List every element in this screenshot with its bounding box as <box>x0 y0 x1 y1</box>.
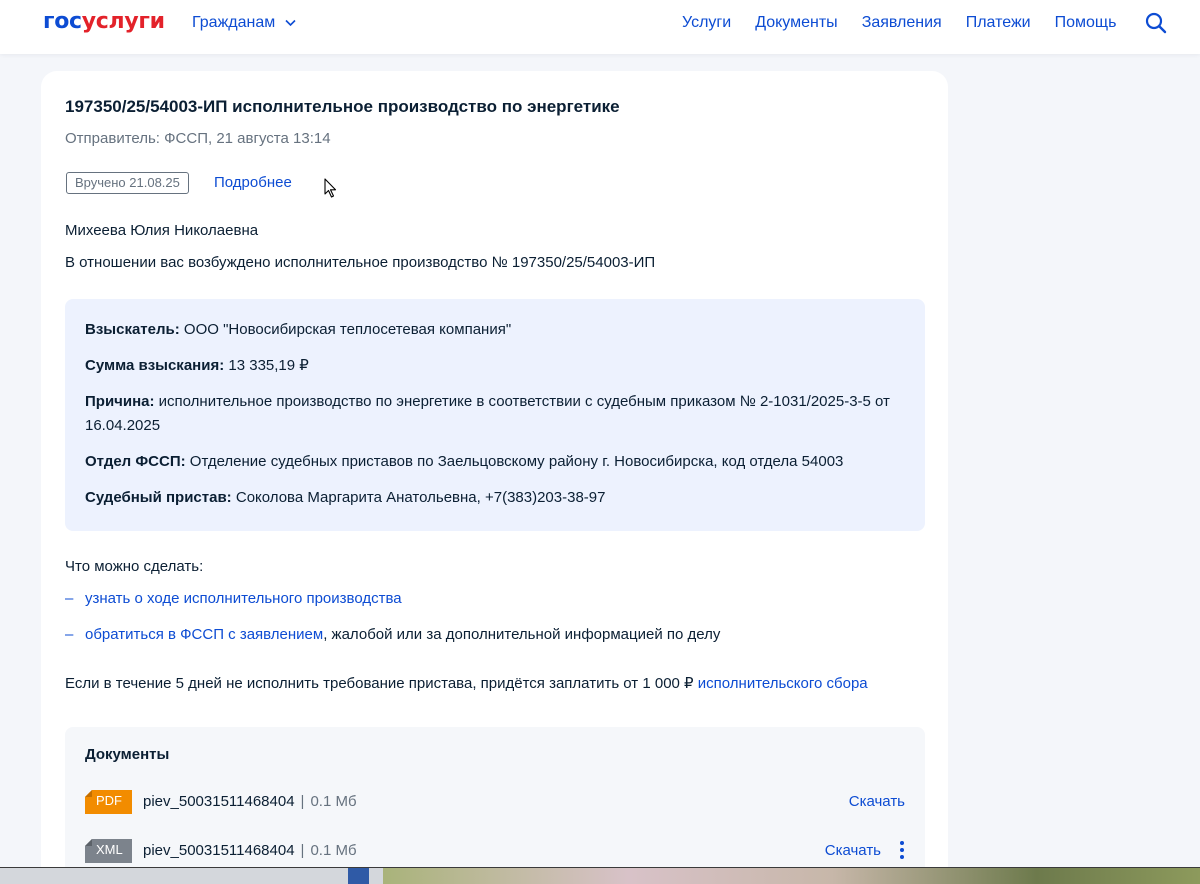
file-row-pdf: PDF piev_50031511468404 | 0.1 Мб Скачать <box>85 790 905 816</box>
top-navigation: Услуги Документы Заявления Платежи Помощ… <box>682 14 1116 32</box>
mouse-cursor-icon <box>324 178 337 198</box>
file-separator: | <box>300 793 305 810</box>
detail-value: 13 335,19 ₽ <box>224 357 309 374</box>
recipient-name: Михеева Юлия Николаевна <box>65 222 259 239</box>
documents-panel: Документы PDF piev_50031511468404 | 0.1 Мб… <box>65 727 925 884</box>
detail-label: Причина: <box>85 393 155 410</box>
logo-part-gos: гос <box>43 9 82 34</box>
download-xml-button[interactable]: Скачать <box>825 842 881 859</box>
detail-creditor: Взыскатель: ООО "Новосибирская теплосете… <box>85 318 895 342</box>
nav-documents[interactable]: Документы <box>755 14 837 32</box>
chevron-down-icon <box>285 19 296 27</box>
gosuslugi-logo[interactable]: госуслуги <box>43 9 165 34</box>
audience-label: Гражданам <box>192 14 276 31</box>
fee-text: Если в течение 5 дней не исполнить требо… <box>65 675 698 692</box>
detail-label: Судебный пристав: <box>85 489 232 506</box>
nav-help[interactable]: Помощь <box>1055 14 1117 32</box>
detail-label: Сумма взыскания: <box>85 357 225 374</box>
file-info: piev_50031511468404 | 0.1 Мб <box>143 842 357 859</box>
list-dash: – <box>65 590 74 607</box>
action-item-appeal: – обратиться в ФССП с заявлением, жалобой… <box>65 626 720 643</box>
detail-reason: Причина: исполнительное производство по … <box>85 390 895 438</box>
logo-part-uslugi: услуги <box>81 9 165 34</box>
file-separator: | <box>300 842 305 859</box>
detail-label: Взыскатель: <box>85 321 180 338</box>
file-name[interactable]: piev_50031511468404 <box>143 793 295 810</box>
message-title: 197350/25/54003-ИП исполнительное произв… <box>65 97 620 116</box>
file-size: 0.1 Мб <box>310 842 357 859</box>
case-progress-link[interactable]: узнать о ходе исполнительного производст… <box>85 590 402 607</box>
message-intro: В отношении вас возбуждено исполнительно… <box>65 254 656 271</box>
action-item-status: – узнать о ходе исполнительного производс… <box>65 590 402 607</box>
message-sender: Отправитель: ФССП, 21 августа 13:14 <box>65 130 331 147</box>
download-pdf-button[interactable]: Скачать <box>849 793 905 810</box>
detail-amount: Сумма взыскания: 13 335,19 ₽ <box>85 354 895 378</box>
list-dash: – <box>65 626 74 643</box>
status-badge: Вручено 21.08.25 <box>66 172 189 194</box>
audience-selector[interactable]: Гражданам <box>192 14 296 32</box>
detail-value: Отделение судебных приставов по Заельцов… <box>185 453 844 470</box>
actions-title: Что можно сделать: <box>65 558 204 575</box>
file-type-text: PDF <box>96 793 122 808</box>
background-window-strip <box>0 867 1200 884</box>
enforcement-fee-link[interactable]: исполнительского сбора <box>698 675 868 692</box>
more-options-icon[interactable] <box>899 840 905 860</box>
site-header: госуслуги Гражданам Услуги Документы Зая… <box>0 0 1200 54</box>
file-info: piev_50031511468404 | 0.1 Мб <box>143 793 357 810</box>
case-details-panel: Взыскатель: ООО "Новосибирская теплосете… <box>65 299 925 531</box>
fee-warning: Если в течение 5 дней не исполнить требо… <box>65 674 868 692</box>
file-row-xml: XML piev_50031511468404 | 0.1 Мб Скачать <box>85 839 905 865</box>
nav-applications[interactable]: Заявления <box>862 14 942 32</box>
detail-label: Отдел ФССП: <box>85 453 186 470</box>
search-icon[interactable] <box>1145 12 1167 34</box>
file-name[interactable]: piev_50031511468404 <box>143 842 295 859</box>
file-type-label: XML <box>85 839 132 863</box>
action-item-text: , жалобой или за дополнительной информац… <box>323 626 721 643</box>
background-photo <box>383 868 1200 884</box>
nav-services[interactable]: Услуги <box>682 14 731 32</box>
detail-bailiff: Судебный пристав: Соколова Маргарита Ана… <box>85 486 895 510</box>
fssp-application-link[interactable]: обратиться в ФССП с заявлением <box>85 626 323 643</box>
message-card: 197350/25/54003-ИП исполнительное произв… <box>41 71 948 884</box>
nav-payments[interactable]: Платежи <box>966 14 1031 32</box>
file-type-label: PDF <box>85 790 132 814</box>
detail-value: Соколова Маргарита Анатольевна, +7(383)2… <box>231 489 606 506</box>
background-window-edge <box>348 868 369 884</box>
details-link[interactable]: Подробнее <box>214 174 292 191</box>
documents-title: Документы <box>85 746 170 763</box>
detail-value: исполнительное производство по энергетик… <box>85 393 890 434</box>
file-type-text: XML <box>96 842 123 857</box>
detail-department: Отдел ФССП: Отделение судебных приставов… <box>85 450 915 474</box>
file-size: 0.1 Мб <box>310 793 357 810</box>
detail-value: ООО "Новосибирская теплосетевая компания… <box>179 321 512 338</box>
